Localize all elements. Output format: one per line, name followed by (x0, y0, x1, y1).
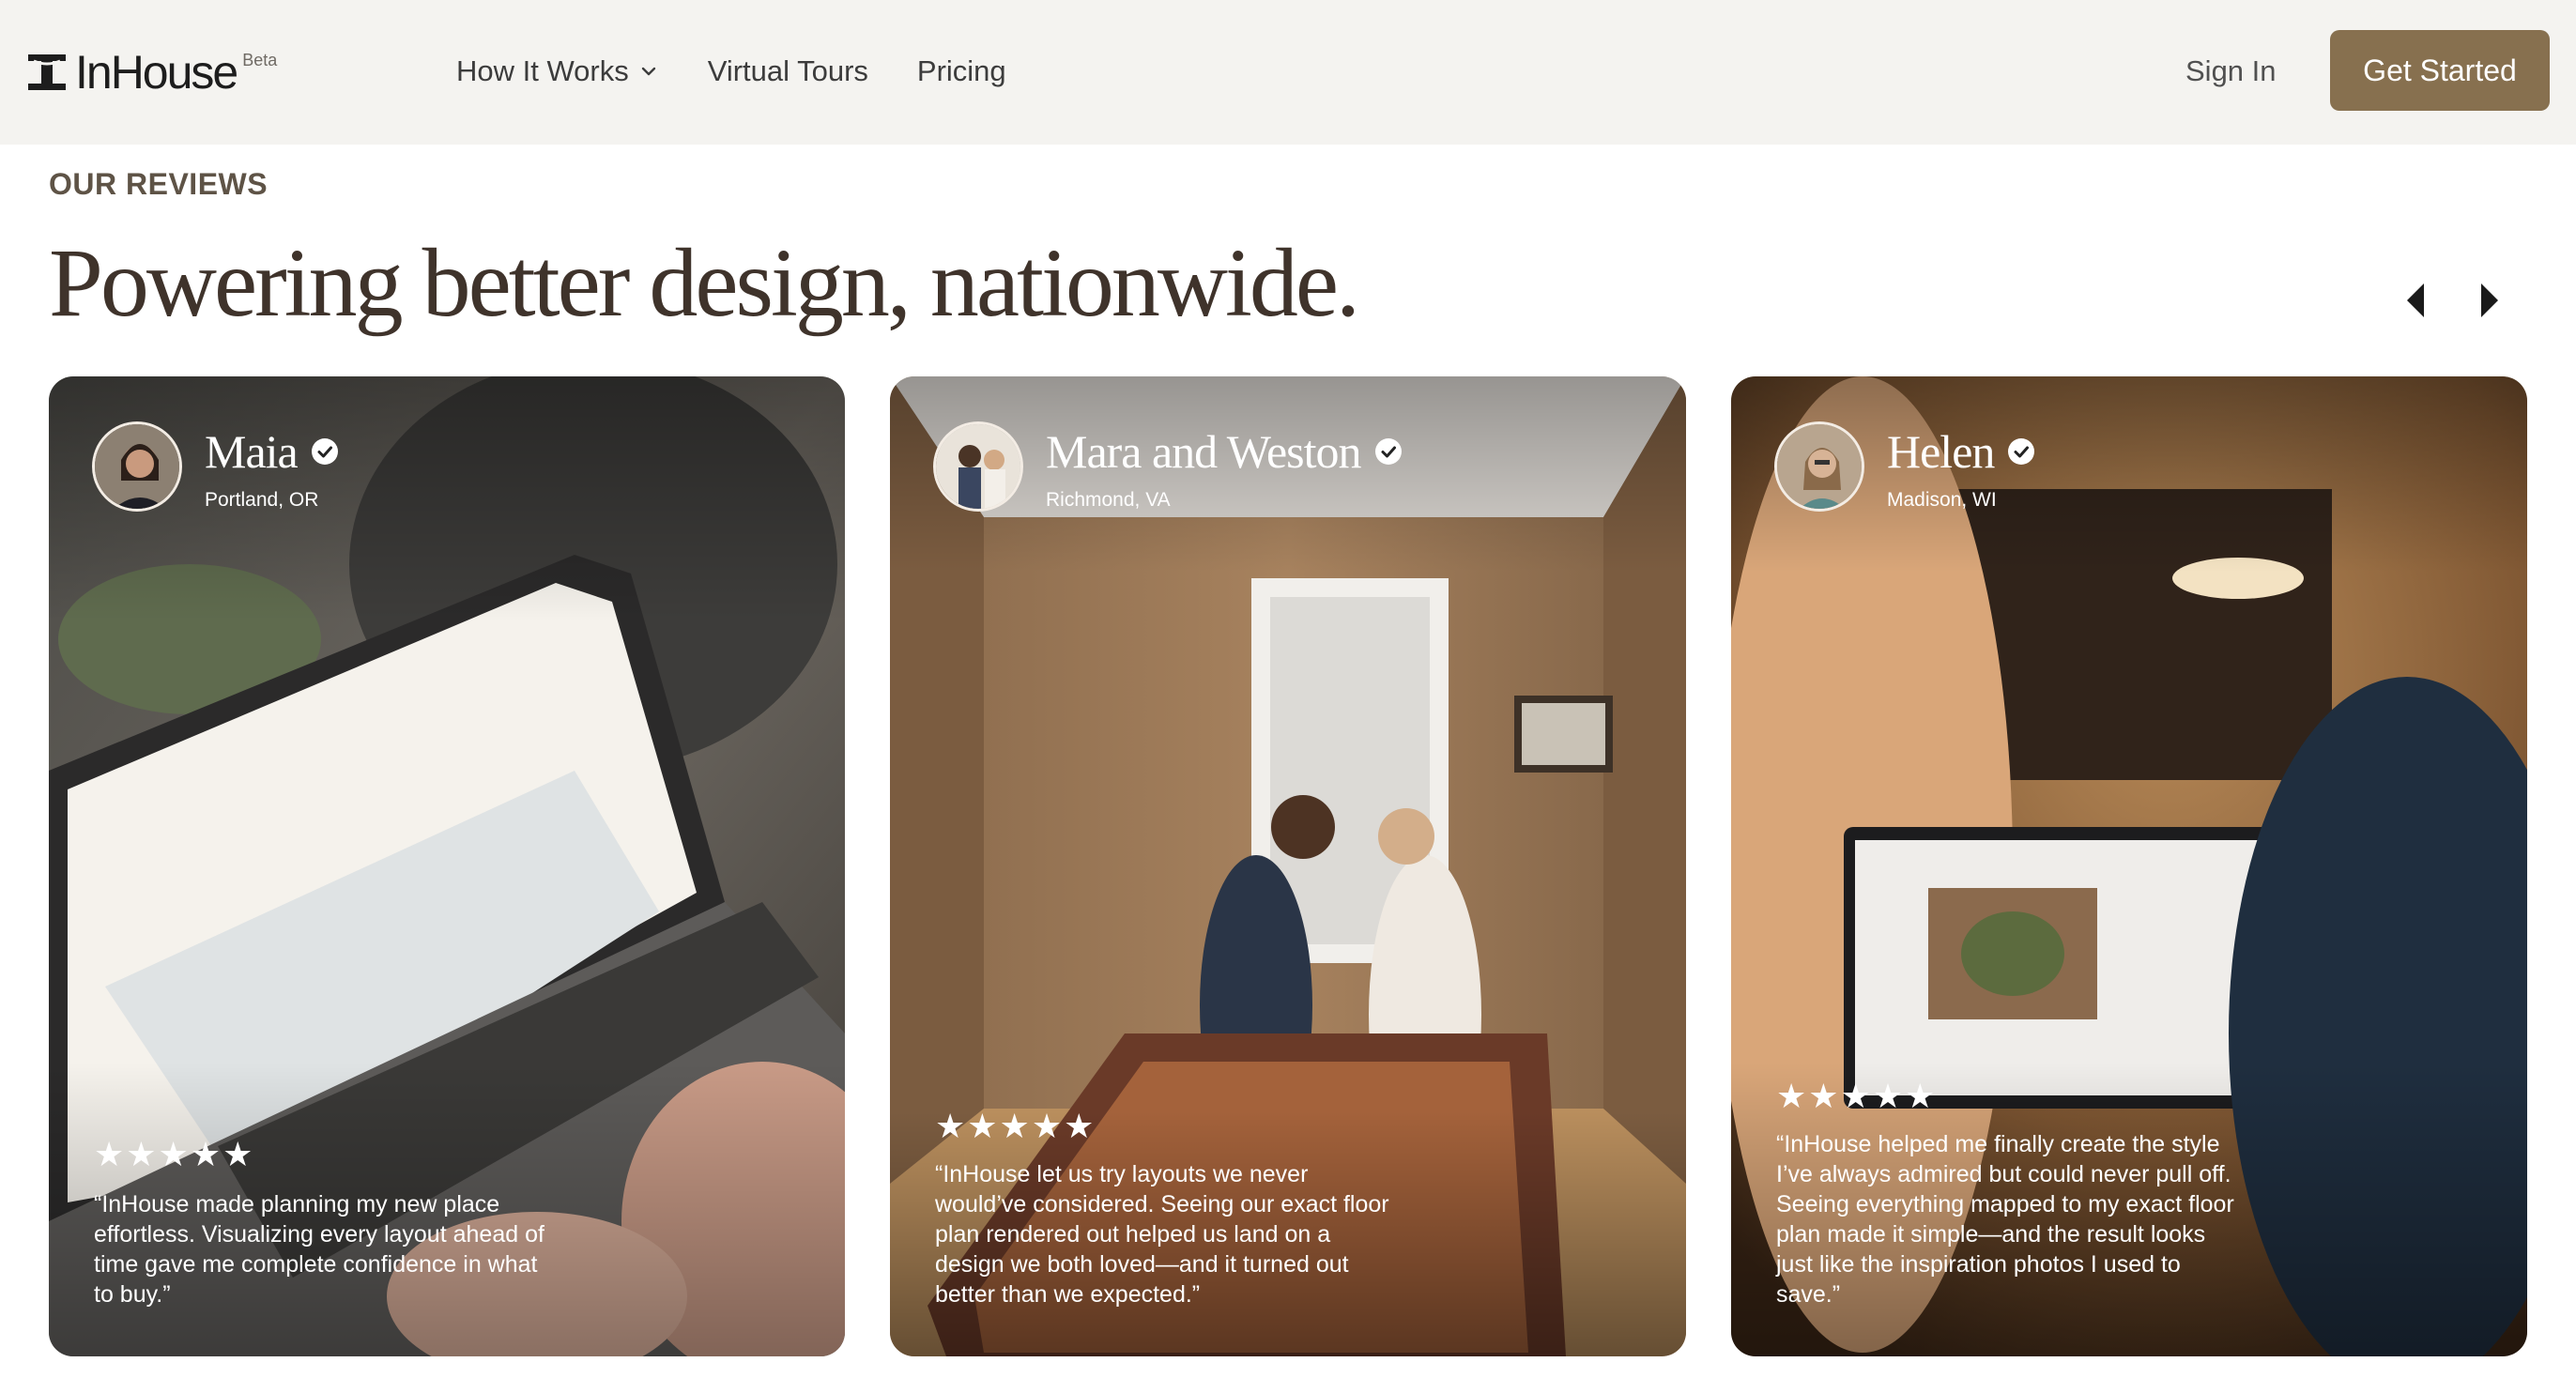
get-started-button[interactable]: Get Started (2330, 30, 2550, 111)
verified-badge-icon (2008, 438, 2035, 465)
reviewer-name: Maia (205, 425, 299, 478)
review-header: Helen Madison, WI (1774, 421, 2035, 512)
star-rating: ★★★★★ (1776, 1077, 1938, 1115)
beta-badge: Beta (242, 51, 278, 69)
logo[interactable]: InHouse Beta (24, 49, 277, 96)
logo-text: InHouse (75, 46, 238, 99)
reviewer-location: Richmond, VA (1046, 489, 1171, 511)
avatar (1774, 421, 1864, 512)
section-eyebrow: OUR REVIEWS (49, 167, 268, 201)
reviewer-name: Helen (1887, 425, 1995, 478)
nav-virtual-tours[interactable]: Virtual Tours (708, 54, 868, 88)
review-card[interactable]: Mara and Weston Richmond, VA ★★★★★ “InHo… (890, 376, 1686, 1356)
chevron-down-icon (641, 67, 655, 76)
review-card[interactable]: Maia Portland, OR ★★★★★ “InHouse made pl… (49, 376, 845, 1356)
verified-badge-icon (311, 438, 338, 465)
avatar (933, 421, 1023, 512)
review-quote: “InHouse let us try layouts we never wou… (935, 1161, 1389, 1308)
reviewer-info: Maia Portland, OR (205, 427, 339, 512)
review-header: Maia Portland, OR (92, 421, 339, 512)
carousel-next-button[interactable] (2469, 280, 2510, 321)
section-headline: Powering better design, nationwide. (49, 229, 1360, 337)
review-header: Mara and Weston Richmond, VA (933, 421, 1403, 512)
carousel-prev-button[interactable] (2395, 280, 2436, 321)
nav-how-it-works-label: How It Works (456, 54, 629, 87)
verified-badge-icon (1374, 438, 1402, 465)
reviewer-info: Mara and Weston Richmond, VA (1046, 427, 1403, 512)
star-rating: ★★★★★ (935, 1107, 1096, 1145)
reviewer-location: Portland, OR (205, 489, 319, 511)
nav-how-it-works[interactable]: How It Works (456, 54, 659, 88)
avatar (92, 421, 182, 512)
reviewer-name: Mara and Weston (1046, 425, 1362, 478)
star-rating: ★★★★★ (94, 1135, 255, 1173)
nav-pricing[interactable]: Pricing (917, 54, 1006, 88)
name-row: Helen (1887, 427, 2035, 476)
reviewer-info: Helen Madison, WI (1887, 427, 2035, 512)
nav-links: How It Works Virtual Tours Pricing (456, 51, 1055, 92)
caret-left-icon (2407, 283, 2424, 317)
review-quote: “InHouse helped me finally create the st… (1776, 1131, 2234, 1308)
reviewer-location: Madison, WI (1887, 489, 1997, 511)
caret-right-icon (2481, 283, 2498, 317)
review-quote: “InHouse made planning my new place effo… (94, 1191, 544, 1308)
review-card[interactable]: Helen Madison, WI ★★★★★ “InHouse helped … (1731, 376, 2527, 1356)
top-nav: InHouse Beta How It Works Virtual Tours … (0, 0, 2576, 145)
name-row: Mara and Weston (1046, 427, 1403, 476)
inhouse-logo-icon (28, 54, 66, 90)
sign-in-link[interactable]: Sign In (2185, 51, 2277, 92)
name-row: Maia (205, 427, 339, 476)
